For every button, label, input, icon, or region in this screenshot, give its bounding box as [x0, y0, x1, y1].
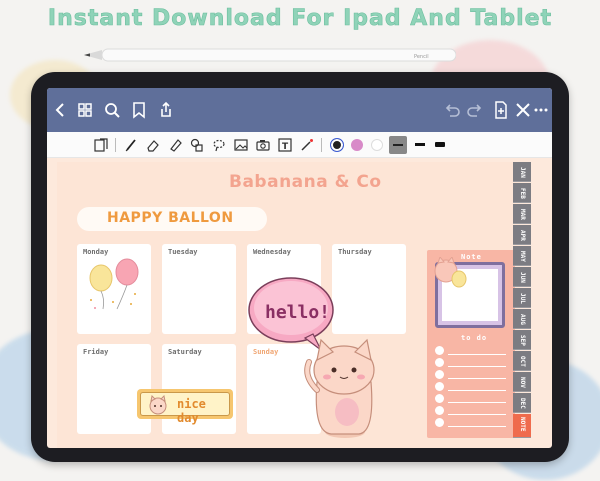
- color-swatch-pink[interactable]: [351, 139, 363, 151]
- stroke-width-thick[interactable]: [435, 142, 445, 147]
- undo-icon[interactable]: [442, 100, 462, 120]
- pencil-brand: Pencil: [414, 54, 429, 60]
- note-todo-panel: Note to do: [427, 250, 515, 438]
- month-tabs: JAN FEB MAR APR MAY JUN JUL AUG SEP OCT …: [513, 162, 531, 448]
- tab-label: NOV: [519, 376, 526, 388]
- todo-item[interactable]: [435, 394, 509, 404]
- eraser-icon[interactable]: [145, 137, 161, 153]
- todo-item[interactable]: [435, 406, 509, 416]
- todo-item[interactable]: [435, 346, 509, 356]
- page-title: HAPPY BALLON: [107, 210, 234, 226]
- day-label: Saturday: [168, 348, 202, 356]
- todo-item[interactable]: [435, 418, 509, 428]
- day-box-monday[interactable]: Monday: [77, 244, 151, 334]
- tab-may[interactable]: MAY: [513, 246, 531, 266]
- headline: Instant Download For Ipad And Tablet: [47, 6, 553, 32]
- planner-page[interactable]: Babanana & Co HAPPY BALLON Monday Tuesda…: [57, 162, 520, 448]
- todo-label: to do: [461, 334, 488, 342]
- todo-item[interactable]: [435, 382, 509, 392]
- day-box-tuesday[interactable]: Tuesday: [162, 244, 236, 334]
- cat-hello-sticker: hello!: [248, 277, 375, 438]
- balloons-sticker: [89, 258, 139, 310]
- day-label: Friday: [83, 348, 109, 356]
- tab-jan[interactable]: JAN: [513, 162, 531, 182]
- bookmark-icon[interactable]: [129, 100, 149, 120]
- tab-label: DEC: [519, 397, 526, 409]
- image-icon[interactable]: [233, 137, 249, 153]
- cat-face-icon: [149, 395, 167, 415]
- day-label: Wednesday: [253, 248, 291, 256]
- tab-jul[interactable]: JUL: [513, 288, 531, 308]
- day-label: Tuesday: [168, 248, 198, 256]
- toolbar-divider: [321, 138, 322, 152]
- brand-title: Babanana & Co: [229, 172, 382, 192]
- highlighter-icon[interactable]: [167, 137, 183, 153]
- todo-item[interactable]: [435, 370, 509, 380]
- toolbar-divider: [115, 138, 116, 152]
- app-screen: T Babanana & Co HAPPY BALLON Monday Tues…: [47, 88, 552, 448]
- redo-icon[interactable]: [465, 100, 485, 120]
- nice-day-label-box: nice day: [140, 392, 230, 425]
- note-frame[interactable]: [434, 257, 505, 328]
- tab-dec[interactable]: DEC: [513, 393, 531, 413]
- laser-pointer-icon[interactable]: [299, 137, 315, 153]
- tab-sep[interactable]: SEP: [513, 330, 531, 350]
- tab-nov[interactable]: NOV: [513, 372, 531, 392]
- tab-label: SEP: [519, 334, 526, 346]
- stroke-width-medium[interactable]: [415, 143, 425, 146]
- cat-balloon-sticker: [434, 257, 467, 288]
- more-icon[interactable]: [531, 100, 551, 120]
- stroke-width-thin[interactable]: [389, 136, 407, 154]
- close-icon[interactable]: [513, 100, 533, 120]
- tab-jun[interactable]: JUN: [513, 267, 531, 287]
- tab-label: JUL: [519, 292, 526, 304]
- nice-day-sticker: nice day: [137, 389, 233, 425]
- tab-label: JUN: [519, 271, 526, 283]
- tab-aug[interactable]: AUG: [513, 309, 531, 329]
- share-icon[interactable]: [156, 100, 176, 120]
- title-pill: HAPPY BALLON: [77, 207, 267, 231]
- tab-label: FEB: [519, 187, 526, 199]
- tab-label: AUG: [519, 313, 526, 325]
- tab-mar[interactable]: MAR: [513, 204, 531, 224]
- text-icon[interactable]: T: [277, 137, 293, 153]
- color-swatch-black[interactable]: [330, 138, 344, 152]
- tab-note[interactable]: NOTE: [513, 414, 531, 438]
- bubble-text: hello!: [265, 302, 330, 323]
- day-label: Thursday: [338, 248, 372, 256]
- tab-label: MAY: [519, 250, 526, 262]
- apple-pencil: Pencil: [84, 48, 456, 62]
- add-page-icon[interactable]: [491, 100, 511, 120]
- tab-label: JAN: [519, 166, 526, 178]
- tab-apr[interactable]: APR: [513, 225, 531, 245]
- lasso-icon[interactable]: [211, 137, 227, 153]
- color-swatch-white[interactable]: [371, 139, 383, 151]
- tab-label: OCT: [519, 355, 526, 367]
- svg-text:T: T: [282, 142, 289, 152]
- tab-feb[interactable]: FEB: [513, 183, 531, 203]
- read-mode-icon[interactable]: [93, 137, 109, 153]
- back-icon[interactable]: [51, 100, 71, 120]
- tab-label: NOTE: [519, 416, 526, 432]
- drawing-toolbar: T: [47, 132, 552, 158]
- search-icon[interactable]: [102, 100, 122, 120]
- tab-oct[interactable]: OCT: [513, 351, 531, 371]
- grid-icon[interactable]: [75, 100, 95, 120]
- camera-icon[interactable]: [255, 137, 271, 153]
- tab-label: MAR: [519, 208, 526, 220]
- todo-item[interactable]: [435, 358, 509, 368]
- nice-day-text: nice day: [177, 397, 206, 425]
- top-navbar: [47, 88, 552, 132]
- pen-icon[interactable]: [123, 137, 139, 153]
- shapes-icon[interactable]: [189, 137, 205, 153]
- tab-label: APR: [519, 229, 526, 241]
